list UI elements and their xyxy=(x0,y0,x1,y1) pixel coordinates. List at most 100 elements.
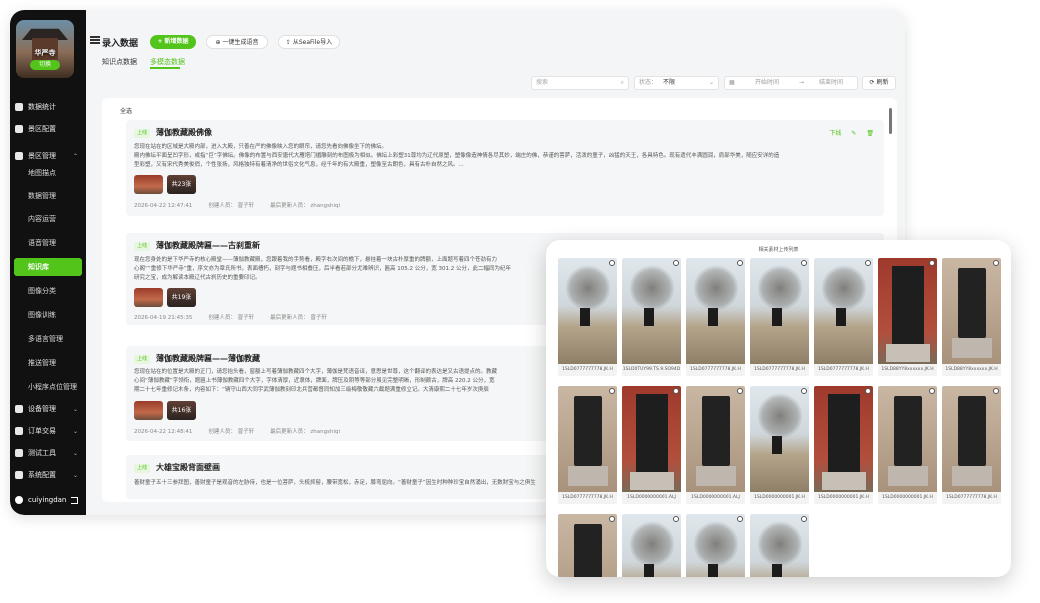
item-title: 薄伽教藏殿牌匾——薄伽教藏 xyxy=(156,354,260,363)
edit-icon[interactable]: ✎ xyxy=(851,130,856,137)
sidebar-subitem-map[interactable]: 地图描点 xyxy=(28,164,83,182)
photo-caption: 1SLD88YY8xxxxxx.JK.H xyxy=(878,364,937,376)
gallery-photo[interactable]: 1SLD0000000001.JK.H xyxy=(750,386,809,504)
date-range-picker[interactable]: ▦ 开始时间 → 结束时间 xyxy=(724,76,858,90)
screenshot-stage: 华严寺 切换 数据统计 景区配置 景区管理 ⌃ 地图描点 数据管理 内容运营 语音… xyxy=(0,0,1040,603)
select-radio-icon[interactable] xyxy=(801,388,807,394)
item-meta: 2026-04-22 12:48:41 创建人员： 曾子轩 最后更新人员： zhan… xyxy=(134,427,356,435)
start-date-input[interactable]: 开始时间 xyxy=(755,77,779,89)
select-radio-icon[interactable] xyxy=(673,260,679,266)
sidebar-item-scenic-config[interactable]: 景区配置 xyxy=(10,120,86,138)
gallery-photo[interactable]: 1SLD0777777778.JK.H xyxy=(558,258,617,376)
select-radio-icon[interactable] xyxy=(865,388,871,394)
gallery-photo[interactable]: 1SLD88YY8xxxxxx.JK.H xyxy=(942,258,1001,376)
select-all-checkbox[interactable]: 全选 xyxy=(120,106,132,115)
sidebar-item-device[interactable]: 设备管理 ⌄ xyxy=(10,400,86,418)
gallery-photo[interactable]: 1SLD0000000001.ALJ xyxy=(686,386,745,504)
import-seafile-button[interactable]: ⇪ 从SeaFile导入 xyxy=(278,35,340,49)
image-count-thumbnail[interactable]: 共23张 xyxy=(167,175,196,194)
search-input[interactable]: 搜索 ⌕ xyxy=(531,76,629,90)
chevron-up-icon: ⌃ xyxy=(72,152,78,160)
gallery-photo[interactable]: 1SLD0777777778.JK.H xyxy=(558,386,617,504)
item-meta: 2026-04-19 21:45:35 创建人员： 曾子轩 最后更新人员： 曾子轩 xyxy=(134,313,343,321)
select-radio-icon[interactable] xyxy=(737,516,743,522)
gallery-photo[interactable] xyxy=(622,514,681,577)
sidebar-item-system[interactable]: 系统配置 ⌄ xyxy=(10,466,86,484)
list-item[interactable]: 上线 薄伽教藏殿佛像 下线 ✎ 🗑 您现在站在的区域是大殿内部，进入大殿，只善在严的… xyxy=(126,120,884,216)
chevron-down-icon: ⌄ xyxy=(72,427,78,435)
select-radio-icon[interactable] xyxy=(673,388,679,394)
sidebar-subitem-image-train[interactable]: 图像训练 xyxy=(28,306,83,324)
item-creator: 创建人员： 曾子轩 xyxy=(208,203,255,209)
profile-switch-button[interactable]: 切换 xyxy=(30,60,60,70)
sidebar-subitem-push[interactable]: 推送管理 xyxy=(28,354,83,372)
scrollbar[interactable] xyxy=(889,108,892,134)
sidebar-subitem-data[interactable]: 数据管理 xyxy=(28,187,83,205)
sidebar-item-label: 测试工具 xyxy=(28,449,56,457)
sidebar-item-stats[interactable]: 数据统计 xyxy=(10,98,86,116)
sidebar-item-scenic-manage[interactable]: 景区管理 ⌃ xyxy=(10,147,86,165)
generate-voice-button[interactable]: ⊕ 一键生成语音 xyxy=(206,35,268,49)
gallery-photo[interactable]: 1SLD0777777778.JK.H xyxy=(942,386,1001,504)
sidebar-subitem-knowledge[interactable]: 知识库 xyxy=(14,258,82,276)
sidebar-user[interactable]: cuiyingdan xyxy=(10,492,86,508)
item-thumbnail[interactable] xyxy=(134,288,163,307)
gallery-photo[interactable] xyxy=(686,514,745,577)
end-date-input[interactable]: 结束时间 xyxy=(819,77,843,89)
item-updater: 最后更新人员： 曾子轩 xyxy=(270,315,327,321)
image-count-thumbnail[interactable]: 共19张 xyxy=(167,288,196,307)
item-thumbnail[interactable] xyxy=(134,401,163,420)
tab-multimodal-data[interactable]: 多模态数据 xyxy=(150,57,185,67)
select-radio-icon[interactable] xyxy=(609,388,615,394)
gallery-photo[interactable]: 1SLD0000000001.JK.H xyxy=(878,386,937,504)
upload-icon: ⇪ xyxy=(285,39,293,46)
gallery-photo[interactable]: 1SLD0TUY99.TS.9.SO94D xyxy=(622,258,681,376)
select-radio-icon[interactable] xyxy=(993,260,999,266)
sidebar-item-test[interactable]: 测试工具 ⌄ xyxy=(10,444,86,462)
item-desc-line: 您现在站在的区域是大殿内部，进入大殿，只善在严的佛像映入您的眼帘，请您先看向佛像… xyxy=(134,144,388,150)
photo-caption: 1SLD0777777778.JK.H xyxy=(942,492,1001,504)
tab-knowledge-data[interactable]: 知识点数据 xyxy=(102,57,137,67)
sidebar-subitem-content[interactable]: 内容运营 xyxy=(28,210,83,228)
sidebar-subitem-miniprogram[interactable]: 小程序点位管理 xyxy=(28,378,83,396)
menu-collapse-icon[interactable] xyxy=(90,36,100,44)
select-radio-icon[interactable] xyxy=(737,260,743,266)
select-radio-icon[interactable] xyxy=(801,516,807,522)
refresh-button[interactable]: ⟳ 刷新 xyxy=(862,76,896,90)
image-count-thumbnail[interactable]: 共16张 xyxy=(167,401,196,420)
search-icon: ⌕ xyxy=(620,79,624,86)
select-radio-icon[interactable] xyxy=(609,260,615,266)
gallery-photo[interactable]: 1SLD0000000001.ALJ xyxy=(622,386,681,504)
select-radio-icon[interactable] xyxy=(801,260,807,266)
gallery-photo[interactable]: 1SLD0777777778.JK.H xyxy=(814,258,873,376)
gallery-photo[interactable]: 1SLD0777777778.JK.H xyxy=(750,258,809,376)
sidebar-item-label: 设备管理 xyxy=(28,405,56,413)
gallery-photo[interactable] xyxy=(558,514,617,577)
gallery-photo[interactable] xyxy=(750,514,809,577)
select-radio-icon[interactable] xyxy=(673,516,679,522)
image-count: 共16张 xyxy=(171,407,192,414)
select-radio-icon[interactable] xyxy=(865,260,871,266)
select-radio-icon[interactable] xyxy=(929,260,935,266)
status-label: 状态： xyxy=(639,79,658,86)
select-radio-icon[interactable] xyxy=(737,388,743,394)
sidebar-item-order[interactable]: 订单交易 ⌄ xyxy=(10,422,86,440)
sidebar-subitem-language[interactable]: 多语言管理 xyxy=(28,330,83,348)
profile-card[interactable]: 华严寺 切换 xyxy=(16,20,74,78)
select-radio-icon[interactable] xyxy=(993,388,999,394)
item-creator: 创建人员： 曾子轩 xyxy=(208,429,255,435)
delete-icon[interactable]: 🗑 xyxy=(866,130,874,137)
select-radio-icon[interactable] xyxy=(609,516,615,522)
gallery-photo[interactable]: 1SLD0000000001.JK.H xyxy=(814,386,873,504)
status-select[interactable]: 状态： 不限 ⌄ xyxy=(634,76,719,90)
gallery-photo[interactable]: 1SLD88YY8xxxxxx.JK.H xyxy=(878,258,937,376)
item-thumbnail[interactable] xyxy=(134,175,163,194)
logout-icon[interactable] xyxy=(71,496,78,504)
new-data-button[interactable]: + 新增数据 xyxy=(150,35,196,49)
sidebar-subitem-voice[interactable]: 语音管理 xyxy=(28,234,83,252)
status-value: 不限 xyxy=(663,79,676,86)
gallery-photo[interactable]: 1SLD0777777778.JK.H xyxy=(686,258,745,376)
select-radio-icon[interactable] xyxy=(929,388,935,394)
offline-button[interactable]: 下线 xyxy=(829,130,841,137)
sidebar-subitem-image-class[interactable]: 图像分类 xyxy=(28,282,83,300)
